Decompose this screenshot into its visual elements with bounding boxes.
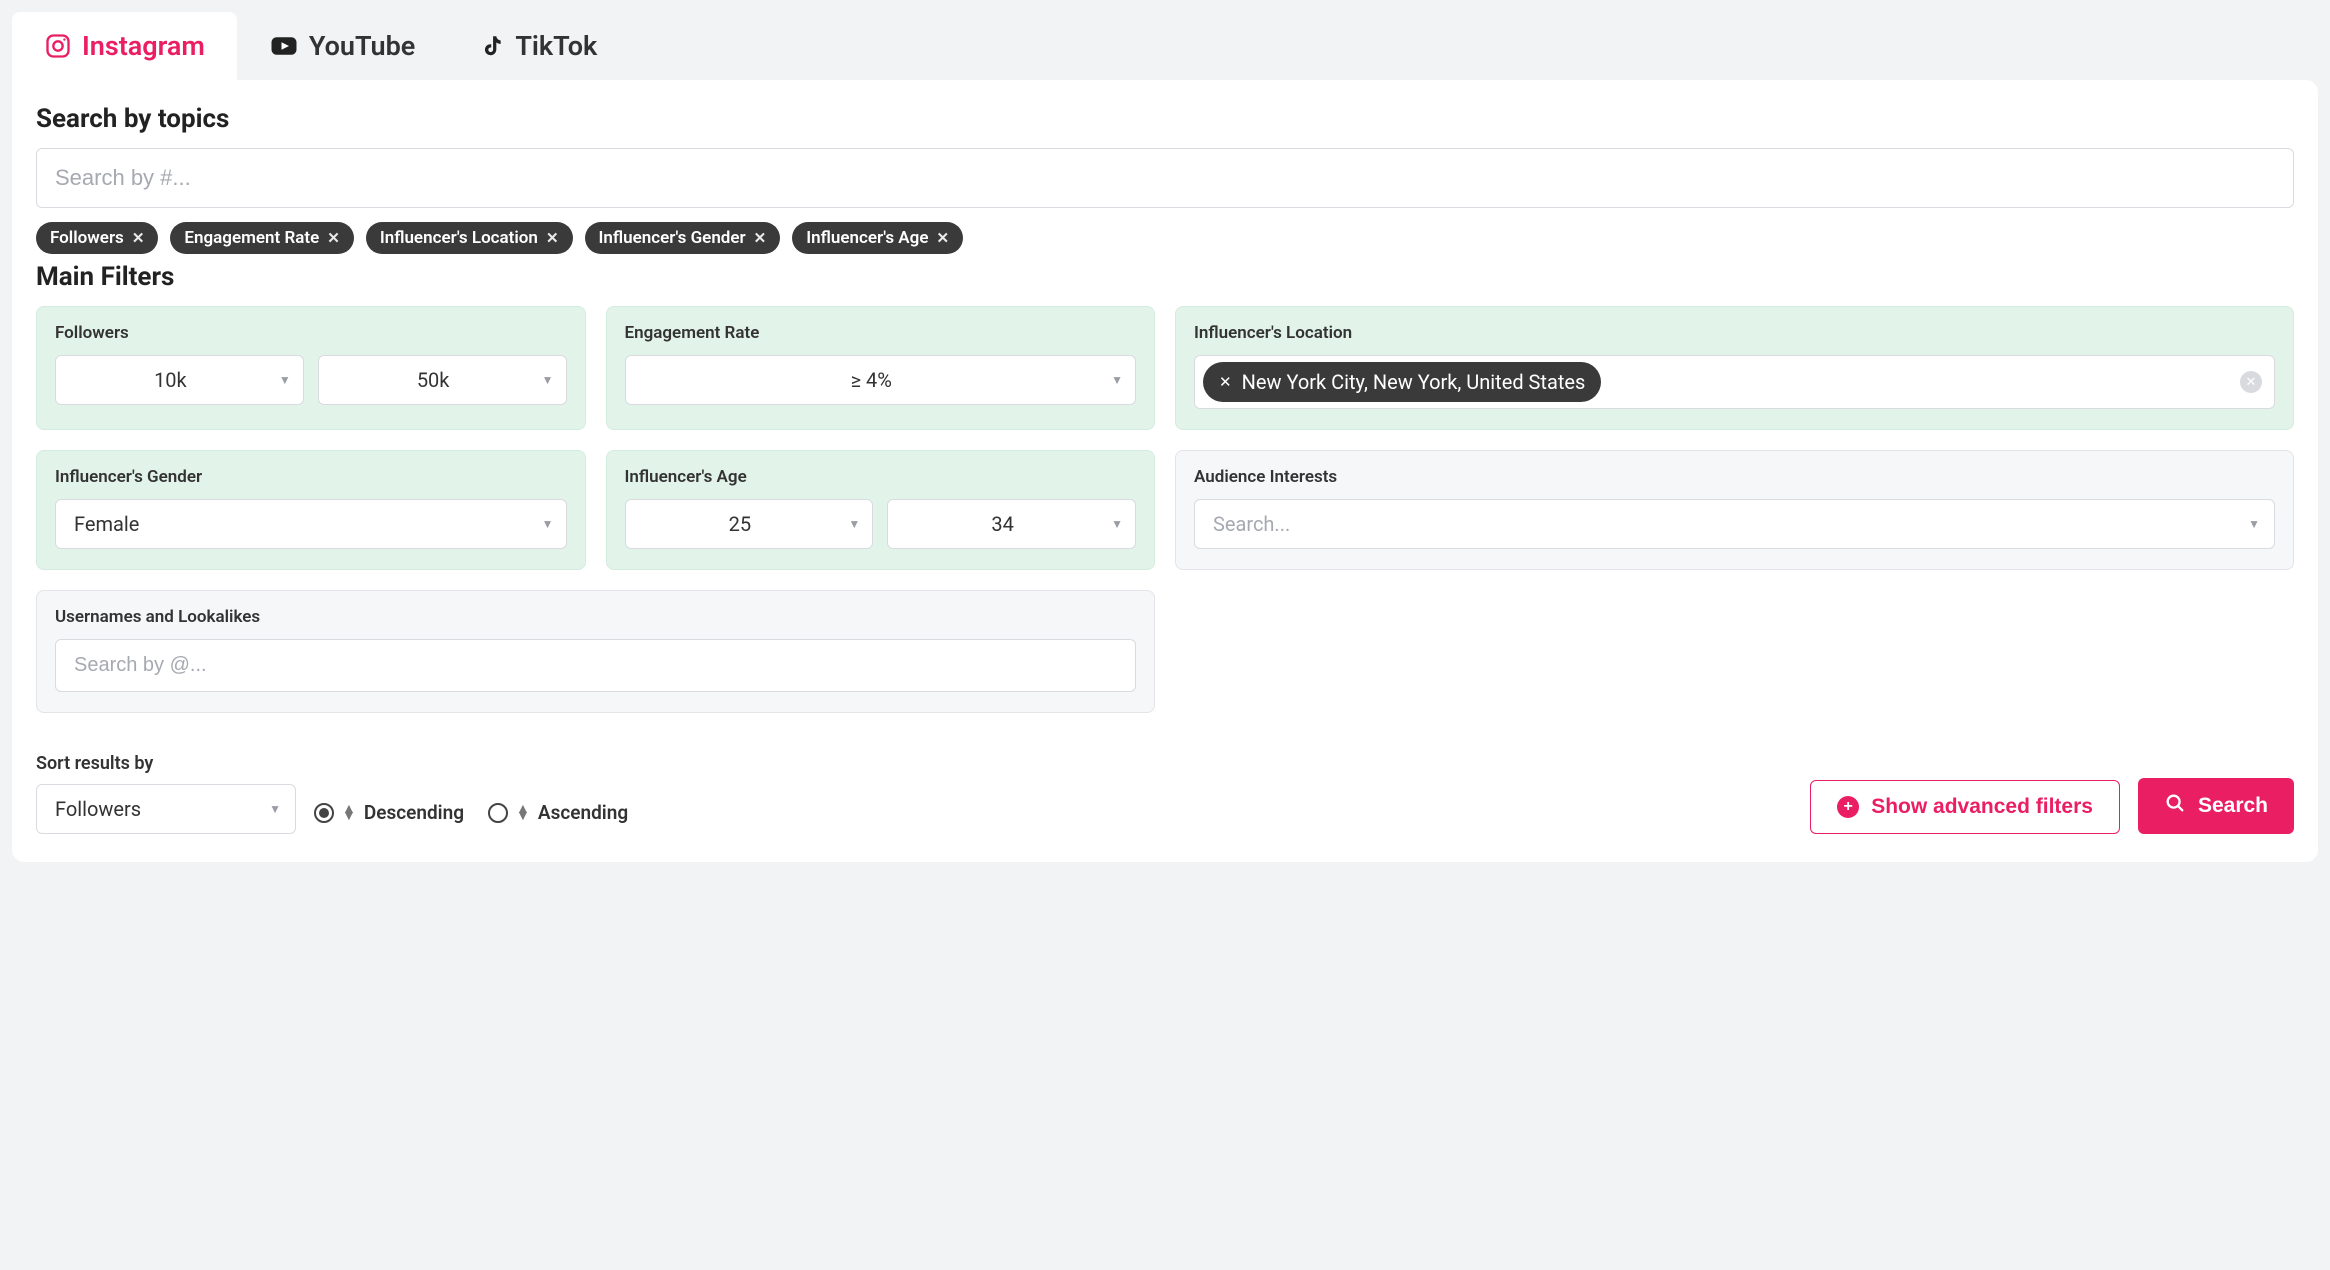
chevron-down-icon: ▼ — [848, 517, 860, 531]
filter-influencer-location: Influencer's Location ✕ New York City, N… — [1175, 306, 2294, 430]
chip-engagement-rate[interactable]: Engagement Rate✕ — [170, 222, 353, 254]
search-panel: Search by topics Followers✕ Engagement R… — [12, 80, 2318, 862]
instagram-icon — [44, 32, 72, 60]
chevron-down-icon: ▼ — [542, 373, 554, 387]
search-topics-input[interactable] — [36, 148, 2294, 208]
show-advanced-filters-button[interactable]: + Show advanced filters — [1810, 780, 2120, 834]
platform-tabs: Instagram YouTube TikTok — [12, 12, 2318, 80]
engagement-rate-select[interactable]: ≥ 4% ▼ — [625, 355, 1137, 405]
close-icon: ✕ — [132, 229, 145, 247]
usernames-input[interactable] — [55, 639, 1136, 692]
close-icon: ✕ — [327, 229, 340, 247]
chip-followers[interactable]: Followers✕ — [36, 222, 158, 254]
search-icon — [2164, 792, 2186, 820]
chip-influencer-location[interactable]: Influencer's Location✕ — [366, 222, 573, 254]
chip-influencer-gender[interactable]: Influencer's Gender✕ — [585, 222, 781, 254]
chevron-down-icon: ▼ — [1111, 517, 1123, 531]
search-button[interactable]: Search — [2138, 778, 2294, 834]
filter-label: Influencer's Gender — [55, 467, 567, 487]
main-filters-title: Main Filters — [36, 262, 2294, 292]
youtube-icon — [269, 31, 299, 61]
radio-icon — [314, 803, 334, 823]
tab-label: YouTube — [309, 30, 415, 62]
filter-audience-interests: Audience Interests Search... ▼ — [1175, 450, 2294, 570]
applied-filter-chips: Followers✕ Engagement Rate✕ Influencer's… — [36, 222, 2294, 254]
tab-instagram[interactable]: Instagram — [12, 12, 237, 80]
chevron-down-icon: ▼ — [1111, 373, 1123, 387]
radio-descending[interactable]: ▲▼ Descending — [314, 801, 464, 824]
filter-label: Influencer's Location — [1194, 323, 2275, 343]
sort-label: Sort results by — [36, 753, 296, 774]
chevron-down-icon: ▼ — [542, 517, 554, 531]
location-input[interactable]: ✕ New York City, New York, United States… — [1194, 355, 2275, 409]
sort-order-group: ▲▼ Descending ▲▼ Ascending — [314, 801, 628, 824]
filter-label: Engagement Rate — [625, 323, 1137, 343]
filter-label: Usernames and Lookalikes — [55, 607, 1136, 627]
chip-influencer-age[interactable]: Influencer's Age✕ — [792, 222, 963, 254]
bottom-bar: Sort results by Followers ▼ ▲▼ Descendin… — [36, 753, 2294, 834]
close-icon: ✕ — [546, 229, 559, 247]
tab-youtube[interactable]: YouTube — [237, 12, 447, 80]
followers-min-select[interactable]: 10k ▼ — [55, 355, 304, 405]
chevron-down-icon: ▼ — [2248, 517, 2260, 531]
search-topics-title: Search by topics — [36, 104, 2294, 134]
tiktok-icon — [479, 33, 505, 59]
age-min-select[interactable]: 25 ▼ — [625, 499, 874, 549]
filter-influencer-age: Influencer's Age 25 ▼ 34 ▼ — [606, 450, 1156, 570]
close-icon: ✕ — [1219, 373, 1232, 391]
close-icon: ✕ — [936, 229, 949, 247]
filter-engagement-rate: Engagement Rate ≥ 4% ▼ — [606, 306, 1156, 430]
filters-grid: Followers 10k ▼ 50k ▼ Engagement Rate — [36, 306, 2294, 713]
sort-block: Sort results by Followers ▼ — [36, 753, 296, 834]
filter-label: Audience Interests — [1194, 467, 2275, 487]
filter-followers: Followers 10k ▼ 50k ▼ — [36, 306, 586, 430]
filter-influencer-gender: Influencer's Gender Female ▼ — [36, 450, 586, 570]
filter-usernames-lookalikes: Usernames and Lookalikes — [36, 590, 1155, 713]
sort-icon: ▲▼ — [516, 806, 530, 820]
tab-label: TikTok — [515, 30, 597, 62]
plus-circle-icon: + — [1837, 796, 1859, 818]
radio-ascending[interactable]: ▲▼ Ascending — [488, 801, 628, 824]
radio-icon — [488, 803, 508, 823]
sort-select[interactable]: Followers ▼ — [36, 784, 296, 834]
chevron-down-icon: ▼ — [279, 373, 291, 387]
followers-max-select[interactable]: 50k ▼ — [318, 355, 567, 405]
gender-select[interactable]: Female ▼ — [55, 499, 567, 549]
filter-label: Influencer's Age — [625, 467, 1137, 487]
sort-icon: ▲▼ — [342, 806, 356, 820]
tab-label: Instagram — [82, 30, 205, 62]
location-tag[interactable]: ✕ New York City, New York, United States — [1203, 362, 1601, 402]
close-icon: ✕ — [754, 229, 767, 247]
clear-location-icon[interactable]: ✕ — [2240, 371, 2262, 393]
tab-tiktok[interactable]: TikTok — [447, 12, 629, 80]
audience-interests-select[interactable]: Search... ▼ — [1194, 499, 2275, 549]
chevron-down-icon: ▼ — [269, 802, 281, 816]
age-max-select[interactable]: 34 ▼ — [887, 499, 1136, 549]
filter-label: Followers — [55, 323, 567, 343]
